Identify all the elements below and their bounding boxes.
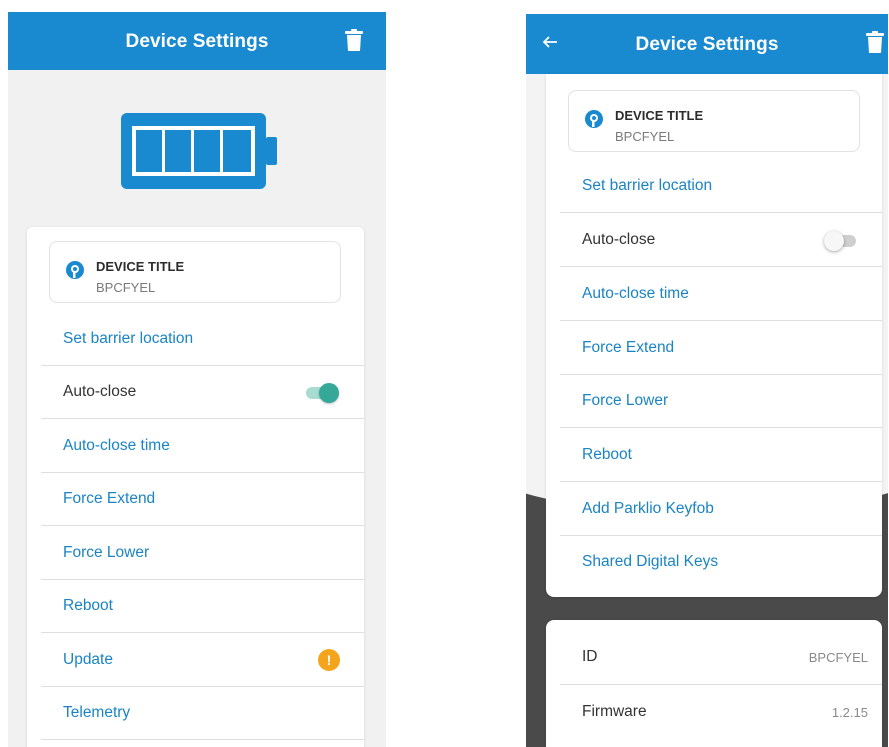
item-label: Telemetry	[63, 704, 131, 721]
device-title: DEVICE TITLE	[615, 108, 704, 123]
update-item[interactable]: Update !	[41, 633, 364, 687]
device-info-card: ID BPCFYEL Firmware 1.2.15	[546, 620, 882, 747]
auto-close-time-item[interactable]: Auto-close time	[560, 267, 882, 321]
toggle-knob	[824, 230, 844, 251]
set-barrier-location-item[interactable]: Set barrier location	[560, 160, 882, 213]
force-lower-item[interactable]: Force Lower	[560, 375, 882, 428]
item-label: Reboot	[582, 445, 632, 463]
trash-icon[interactable]	[866, 31, 884, 58]
app-bar: Device Settings	[8, 12, 386, 70]
item-label: Auto-close time	[63, 436, 170, 454]
item-label: Force Extend	[582, 338, 675, 356]
battery-icon	[121, 113, 277, 194]
page-title: Device Settings	[125, 31, 269, 52]
settings-card: DEVICE TITLE BPCFYEL Set barrier locatio…	[27, 227, 364, 747]
item-label: Reboot	[63, 597, 113, 614]
device-title-box[interactable]: DEVICE TITLE BPCFYEL	[49, 241, 341, 303]
page-title: Device Settings	[635, 34, 779, 55]
info-value: BPCFYEL	[808, 649, 868, 665]
device-serial: BPCFYEL	[96, 280, 156, 295]
settings-card: DEVICE TITLE BPCFYEL Set barrier locatio…	[546, 74, 882, 597]
left-screen: Device Settings DEVICE TITLE BPCFYEL Set…	[8, 12, 386, 747]
auto-close-toggle[interactable]	[824, 230, 858, 251]
info-label: ID	[582, 648, 598, 665]
force-extend-item[interactable]: Force Extend	[41, 473, 364, 526]
telemetry-item[interactable]: Telemetry	[41, 687, 364, 740]
warning-icon: !	[318, 648, 340, 671]
toggle-knob	[319, 383, 339, 403]
shared-digital-keys-item[interactable]: Shared Digital Keys	[560, 536, 882, 588]
item-label: Force Lower	[582, 392, 669, 409]
device-title: DEVICE TITLE	[96, 259, 185, 274]
info-row-firmware: Firmware 1.2.15	[560, 685, 882, 739]
item-label: Auto-close	[63, 383, 137, 400]
force-extend-item[interactable]: Force Extend	[560, 321, 882, 375]
item-label: Add Parklio Keyfob	[582, 499, 714, 517]
add-keyfob-item[interactable]: Add Parklio Keyfob	[560, 482, 882, 536]
auto-close-toggle[interactable]	[306, 382, 340, 403]
parklio-logo-icon	[65, 260, 85, 285]
right-screen: Device Settings DEVICE TITLE BPCFYEL Set…	[526, 14, 888, 747]
device-title-box[interactable]: DEVICE TITLE BPCFYEL	[568, 90, 860, 152]
info-value: 1.2.15	[831, 704, 868, 720]
item-label: Force Lower	[63, 543, 150, 561]
item-label: Auto-close	[582, 230, 656, 248]
auto-close-item: Auto-close	[560, 213, 882, 267]
item-label: Force Extend	[63, 490, 156, 507]
info-label: Firmware	[582, 703, 647, 720]
item-label: Set barrier location	[582, 177, 713, 194]
trash-icon[interactable]	[345, 29, 363, 56]
item-label: Set barrier location	[63, 330, 194, 347]
device-serial: BPCFYEL	[615, 129, 675, 144]
item-label: Update	[63, 650, 113, 668]
auto-close-item: Auto-close	[41, 366, 364, 419]
set-barrier-location-item[interactable]: Set barrier location	[41, 313, 364, 366]
parklio-logo-icon	[584, 109, 604, 134]
reboot-item[interactable]: Reboot	[41, 580, 364, 633]
info-row-id: ID BPCFYEL	[560, 630, 882, 685]
force-lower-item[interactable]: Force Lower	[41, 526, 364, 580]
app-bar: Device Settings	[526, 14, 888, 74]
reboot-item[interactable]: Reboot	[560, 428, 882, 482]
item-label: Auto-close time	[582, 284, 689, 302]
auto-close-time-item[interactable]: Auto-close time	[41, 419, 364, 473]
item-label: Shared Digital Keys	[582, 553, 719, 570]
